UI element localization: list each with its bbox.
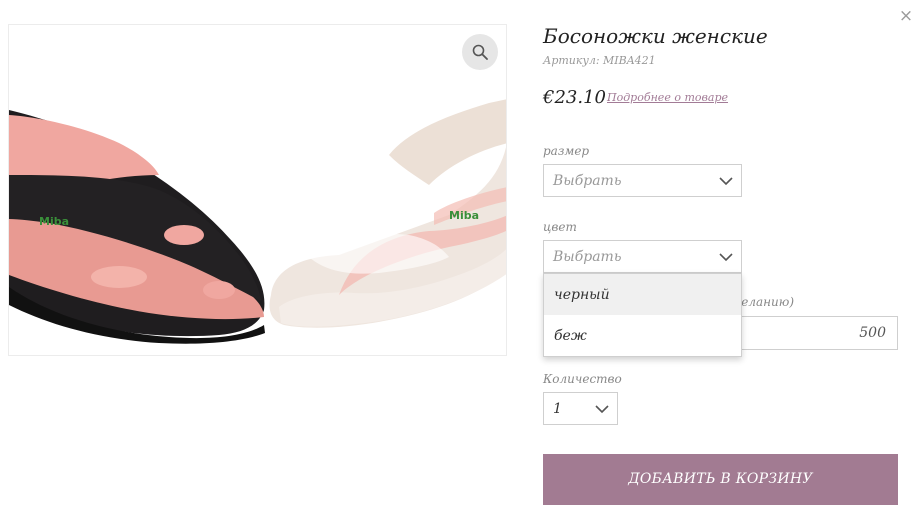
- color-select-value: Выбрать: [553, 249, 622, 265]
- zoom-button[interactable]: [462, 34, 498, 70]
- size-select[interactable]: Выбрать: [543, 164, 742, 197]
- size-label: размер: [543, 144, 590, 158]
- product-price: €23.10: [543, 87, 606, 108]
- search-icon: [472, 44, 488, 60]
- product-sku: Артикул: MIBA421: [543, 54, 656, 67]
- svg-text:Miba: Miba: [39, 215, 69, 228]
- svg-text:Miba: Miba: [449, 209, 479, 222]
- color-select[interactable]: Выбрать: [543, 240, 742, 273]
- chevron-down-icon: [719, 253, 733, 262]
- chevron-down-icon: [719, 177, 733, 186]
- quantity-label: Количество: [543, 372, 622, 386]
- chevron-down-icon: [595, 405, 609, 414]
- amount-value: 500: [859, 325, 886, 341]
- close-icon[interactable]: ×: [898, 6, 914, 26]
- color-label: цвет: [543, 220, 577, 234]
- color-option-black[interactable]: черный: [544, 274, 741, 315]
- color-option-beige[interactable]: беж: [544, 315, 741, 356]
- color-dropdown-menu: черный беж: [543, 273, 742, 357]
- quantity-value: 1: [553, 401, 562, 417]
- product-image[interactable]: Miba Miba: [8, 24, 507, 356]
- size-select-value: Выбрать: [553, 173, 622, 189]
- quantity-select[interactable]: 1: [543, 392, 618, 425]
- product-details-link[interactable]: Подробнее о товаре: [607, 91, 728, 104]
- sandals-illustration: Miba Miba: [9, 25, 506, 355]
- add-to-cart-button[interactable]: ДОБАВИТЬ В КОРЗИНУ: [543, 454, 898, 505]
- product-title: Босоножки женские: [543, 24, 768, 48]
